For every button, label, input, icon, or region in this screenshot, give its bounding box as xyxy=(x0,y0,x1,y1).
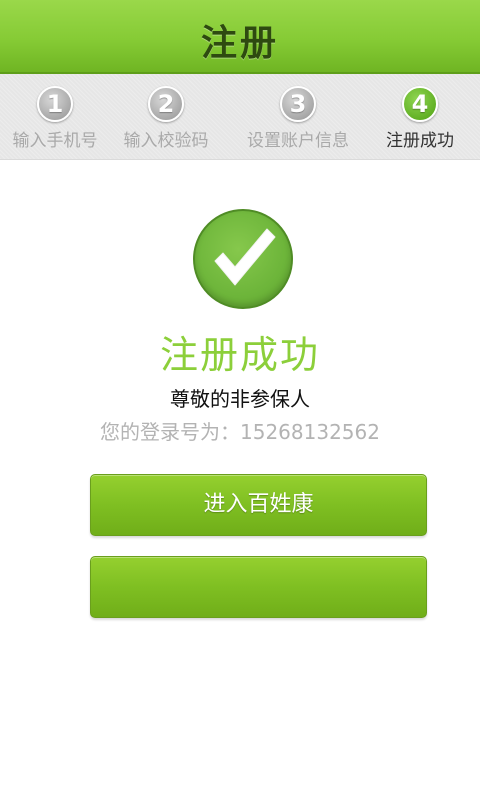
login-account-number: 15268132562 xyxy=(240,420,380,444)
step-1: 1 输入手机号 xyxy=(0,86,115,151)
step-number-badge: 2 xyxy=(148,86,184,122)
step-label-active: 注册成功 xyxy=(386,131,454,151)
page-title: 注册 xyxy=(200,23,279,64)
success-title: 注册成功 xyxy=(159,333,320,377)
step-label: 输入校验码 xyxy=(123,131,209,151)
step-label: 设置账户信息 xyxy=(247,131,349,151)
secondary-button[interactable] xyxy=(90,556,427,618)
enter-app-button[interactable]: 进入百姓康 xyxy=(90,474,427,536)
title-bar: 注册 xyxy=(0,0,480,74)
step-number-badge-active: 4 xyxy=(402,86,438,122)
user-greeting: 尊敬的非参保人 xyxy=(170,387,310,411)
step-4: 4 注册成功 xyxy=(360,86,480,151)
registration-success-screen: 注册 1 输入手机号 2 输入校验码 3 设置账户信息 4 注册成功 注册成功 … xyxy=(0,0,480,800)
step-number-badge: 1 xyxy=(37,86,73,122)
step-2: 2 输入校验码 xyxy=(106,86,226,151)
step-label: 输入手机号 xyxy=(12,131,98,151)
registration-steps: 1 输入手机号 2 输入校验码 3 设置账户信息 4 注册成功 xyxy=(0,74,480,160)
login-account-info: 您的登录号为：15268132562 xyxy=(0,416,480,445)
login-account-prefix: 您的登录号为： xyxy=(100,420,240,444)
checkmark-icon xyxy=(193,209,293,309)
step-number-badge: 3 xyxy=(280,86,316,122)
step-3: 3 设置账户信息 xyxy=(238,86,358,151)
